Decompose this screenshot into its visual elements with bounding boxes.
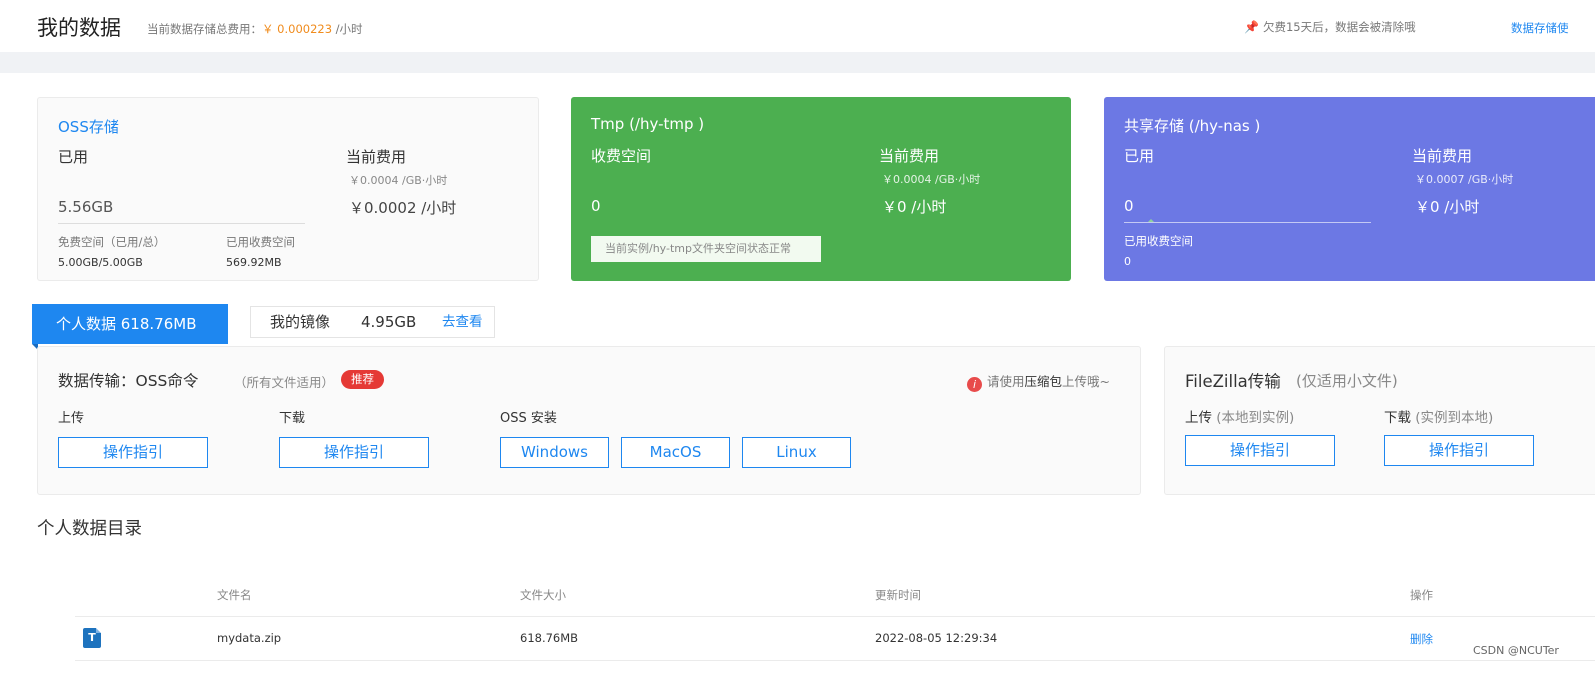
oss-card-title: OSS存储	[58, 118, 119, 136]
oss-transfer-note: （所有文件适用）	[234, 375, 335, 390]
table-header: 文件名 文件大小 更新时间 操作	[75, 583, 1595, 617]
nas-paid-label: 已用收费空间	[1124, 234, 1193, 248]
tmp-status-message: 当前实例/hy-tmp文件夹空间状态正常	[591, 236, 821, 262]
view-mirror-link[interactable]: 去查看	[442, 307, 483, 337]
oss-paid-label: 已用收费空间	[226, 235, 295, 249]
fz-download-label: 下载 (实例到本地)	[1384, 406, 1493, 426]
fz-upload-label: 上传 (本地到实例)	[1185, 406, 1294, 426]
tmp-fee-value: ￥0 /小时	[882, 198, 947, 216]
arrears-warning: 📌 欠费15天后，数据会被清除哦	[1244, 19, 1416, 35]
zip-upload-tip: i 请使用压缩包上传哦~	[967, 371, 1110, 392]
personal-data-directory-title: 个人数据目录	[37, 519, 142, 539]
oss-usage-bar	[58, 223, 305, 224]
nas-fee-label: 当前费用	[1412, 147, 1473, 165]
page-header: 我的数据 当前数据存储总费用：￥ 0.000223 /小时 📌 欠费15天后，数据…	[0, 0, 1595, 52]
mirror-label: 我的镜像	[270, 313, 331, 331]
oss-fee-label: 当前费用	[346, 148, 407, 166]
oss-install-label: OSS 安装	[500, 411, 557, 426]
tmp-storage-card: Tmp (/hy-tmp ) 收费空间 0 当前费用 ￥0.0004 /GB·小…	[571, 97, 1071, 281]
oss-used-value: 5.56GB	[58, 198, 114, 216]
total-fee: 当前数据存储总费用：￥ 0.000223 /小时	[147, 21, 363, 37]
column-header-name: 文件名	[217, 588, 252, 602]
filezilla-transfer-panel: FileZilla传输 (仅适用小文件) 上传 (本地到实例) 下载 (实例到本…	[1164, 346, 1595, 495]
tab-my-mirror[interactable]: 我的镜像 4.95GB 去查看	[250, 306, 495, 338]
header-divider	[0, 52, 1595, 73]
fz-upload-label-text: 上传	[1185, 410, 1212, 426]
nas-usage-bar	[1124, 219, 1371, 223]
linux-install-button[interactable]: Linux	[742, 437, 851, 468]
table-row: T mydata.zip 618.76MB 2022-08-05 12:29:3…	[75, 617, 1595, 661]
nas-used-value: 0	[1124, 197, 1134, 215]
oss-free-value: 5.00GB/5.00GB	[58, 256, 143, 269]
oss-storage-card: OSS存储 已用 5.56GB 当前费用 ￥0.0004 /GB·小时 ￥0.0…	[37, 97, 539, 281]
oss-download-guide-button[interactable]: 操作指引	[279, 437, 429, 468]
column-header-action: 操作	[1410, 588, 1433, 602]
tmp-used-label: 收费空间	[591, 147, 652, 165]
oss-download-label: 下载	[279, 411, 306, 426]
tmp-fee-rate: ￥0.0004 /GB·小时	[882, 173, 981, 186]
fz-download-sub: (实例到本地)	[1411, 410, 1494, 426]
fz-upload-guide-button[interactable]: 操作指引	[1185, 435, 1335, 466]
file-name: mydata.zip	[217, 631, 282, 645]
storage-help-link[interactable]: 数据存储使	[1511, 20, 1569, 36]
file-updated-time: 2022-08-05 12:29:34	[875, 631, 998, 645]
oss-upload-guide-button[interactable]: 操作指引	[58, 437, 208, 468]
oss-transfer-title: 数据传输：OSS命令	[58, 372, 199, 390]
tip-strong: 压缩包	[1024, 374, 1063, 389]
tip-suffix: 上传哦~	[1062, 374, 1111, 389]
nas-paid-value: 0	[1124, 255, 1131, 268]
nas-used-label: 已用	[1124, 147, 1155, 165]
file-size: 618.76MB	[520, 631, 579, 645]
file-icon: T	[83, 628, 101, 648]
oss-fee-value: ￥0.0002 /小时	[349, 199, 457, 217]
oss-free-label: 免费空间（已用/总）	[58, 235, 166, 249]
tab-personal-data[interactable]: 个人数据 618.76MB	[32, 304, 228, 350]
fz-download-label-text: 下载	[1384, 410, 1411, 426]
total-fee-amount: ￥ 0.000223	[262, 22, 333, 36]
nas-fee-rate: ￥0.0007 /GB·小时	[1415, 173, 1514, 186]
arrears-warning-text: 欠费15天后，数据会被清除哦	[1262, 20, 1416, 34]
page-title: 我的数据	[37, 16, 121, 40]
windows-install-button[interactable]: Windows	[500, 437, 609, 468]
column-header-size: 文件大小	[520, 588, 566, 602]
watermark: CSDN @NCUTer	[1473, 644, 1559, 657]
oss-fee-rate: ￥0.0004 /GB·小时	[349, 174, 448, 187]
nas-usage-marker	[1148, 219, 1154, 222]
tip-prefix: 请使用	[987, 374, 1025, 389]
recommend-badge: 推荐	[341, 370, 384, 389]
total-fee-label: 当前数据存储总费用：	[147, 22, 262, 36]
nas-fee-value: ￥0 /小时	[1415, 198, 1480, 216]
total-fee-unit: /小时	[332, 22, 363, 36]
oss-transfer-panel: 数据传输：OSS命令 （所有文件适用） 推荐 i 请使用压缩包上传哦~ 上传 下载…	[37, 346, 1141, 495]
tmp-card-title: Tmp (/hy-tmp )	[591, 115, 705, 133]
filezilla-note: (仅适用小文件)	[1296, 372, 1398, 390]
nas-storage-card: 共享存储 (/hy-nas ) 已用 0 当前费用 ￥0.0007 /GB·小时…	[1104, 97, 1595, 281]
fz-download-guide-button[interactable]: 操作指引	[1384, 435, 1534, 466]
info-icon: i	[967, 377, 982, 392]
nas-card-title: 共享存储 (/hy-nas )	[1124, 117, 1261, 135]
mirror-size: 4.95GB	[361, 313, 417, 331]
pin-icon: 📌	[1244, 20, 1259, 34]
delete-file-link[interactable]: 删除	[1410, 631, 1433, 647]
oss-upload-label: 上传	[58, 411, 85, 426]
fz-upload-sub: (本地到实例)	[1212, 410, 1295, 426]
tmp-fee-label: 当前费用	[879, 147, 940, 165]
filezilla-title: FileZilla传输	[1185, 372, 1281, 391]
tmp-used-value: 0	[591, 197, 601, 215]
column-header-time: 更新时间	[875, 588, 921, 602]
oss-paid-value: 569.92MB	[226, 256, 282, 269]
oss-used-label: 已用	[58, 148, 89, 166]
macos-install-button[interactable]: MacOS	[621, 437, 730, 468]
